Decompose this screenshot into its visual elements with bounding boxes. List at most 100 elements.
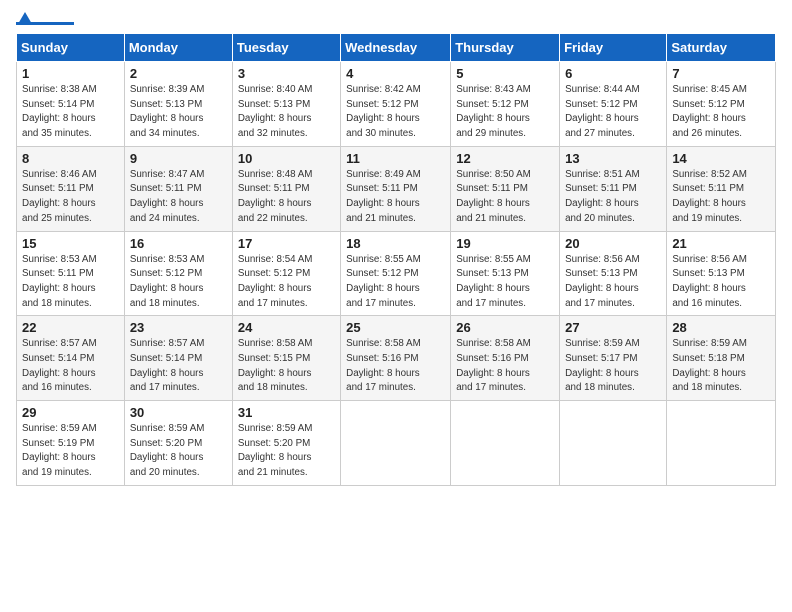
day-number: 3 xyxy=(238,66,335,81)
calendar-cell: 1 Sunrise: 8:38 AMSunset: 5:14 PMDaylight… xyxy=(17,62,125,147)
calendar-cell: 27 Sunrise: 8:59 AMSunset: 5:17 PMDayligh… xyxy=(560,316,667,401)
day-detail: Sunrise: 8:38 AMSunset: 5:14 PMDaylight:… xyxy=(22,83,119,142)
day-detail: Sunrise: 8:57 AMSunset: 5:14 PMDaylight:… xyxy=(22,337,119,396)
day-number: 16 xyxy=(130,236,227,251)
calendar-cell: 11 Sunrise: 8:49 AMSunset: 5:11 PMDayligh… xyxy=(341,146,451,231)
day-number: 31 xyxy=(238,405,335,420)
weekday-sunday: Sunday xyxy=(17,34,125,62)
day-detail: Sunrise: 8:59 AMSunset: 5:20 PMDaylight:… xyxy=(130,422,227,481)
day-number: 20 xyxy=(565,236,661,251)
weekday-tuesday: Tuesday xyxy=(232,34,340,62)
day-number: 26 xyxy=(456,320,554,335)
day-number: 5 xyxy=(456,66,554,81)
week-row-3: 15 Sunrise: 8:53 AMSunset: 5:11 PMDayligh… xyxy=(17,231,776,316)
day-number: 27 xyxy=(565,320,661,335)
calendar-cell: 13 Sunrise: 8:51 AMSunset: 5:11 PMDayligh… xyxy=(560,146,667,231)
day-number: 22 xyxy=(22,320,119,335)
day-number: 21 xyxy=(672,236,770,251)
calendar-cell: 19 Sunrise: 8:55 AMSunset: 5:13 PMDayligh… xyxy=(451,231,560,316)
day-number: 2 xyxy=(130,66,227,81)
day-detail: Sunrise: 8:54 AMSunset: 5:12 PMDaylight:… xyxy=(238,253,335,312)
day-number: 25 xyxy=(346,320,445,335)
calendar-cell: 3 Sunrise: 8:40 AMSunset: 5:13 PMDaylight… xyxy=(232,62,340,147)
calendar-cell: 24 Sunrise: 8:58 AMSunset: 5:15 PMDayligh… xyxy=(232,316,340,401)
day-number: 6 xyxy=(565,66,661,81)
day-number: 15 xyxy=(22,236,119,251)
calendar-cell: 18Sunrise: 8:55 AMSunset: 5:12 PMDayligh… xyxy=(341,231,451,316)
calendar-cell: 5Sunrise: 8:43 AMSunset: 5:12 PMDaylight… xyxy=(451,62,560,147)
weekday-wednesday: Wednesday xyxy=(341,34,451,62)
day-number: 1 xyxy=(22,66,119,81)
calendar-cell: 30 Sunrise: 8:59 AMSunset: 5:20 PMDayligh… xyxy=(124,401,232,486)
day-detail: Sunrise: 8:59 AMSunset: 5:20 PMDaylight:… xyxy=(238,422,335,481)
calendar-cell: 9 Sunrise: 8:47 AMSunset: 5:11 PMDaylight… xyxy=(124,146,232,231)
day-detail: Sunrise: 8:52 AMSunset: 5:11 PMDaylight:… xyxy=(672,168,770,227)
day-detail: Sunrise: 8:59 AMSunset: 5:18 PMDaylight:… xyxy=(672,337,770,396)
day-detail: Sunrise: 8:49 AMSunset: 5:11 PMDaylight:… xyxy=(346,168,445,227)
day-detail: Sunrise: 8:46 AMSunset: 5:11 PMDaylight:… xyxy=(22,168,119,227)
logo xyxy=(16,12,78,25)
day-detail: Sunrise: 8:40 AMSunset: 5:13 PMDaylight:… xyxy=(238,83,335,142)
calendar-cell: 22 Sunrise: 8:57 AMSunset: 5:14 PMDayligh… xyxy=(17,316,125,401)
calendar-cell: 21 Sunrise: 8:56 AMSunset: 5:13 PMDayligh… xyxy=(667,231,776,316)
calendar-cell: 8 Sunrise: 8:46 AMSunset: 5:11 PMDaylight… xyxy=(17,146,125,231)
logo-underline xyxy=(16,22,74,25)
day-number: 17 xyxy=(238,236,335,251)
day-detail: Sunrise: 8:56 AMSunset: 5:13 PMDaylight:… xyxy=(565,253,661,312)
day-detail: Sunrise: 8:58 AMSunset: 5:16 PMDaylight:… xyxy=(346,337,445,396)
day-detail: Sunrise: 8:55 AMSunset: 5:13 PMDaylight:… xyxy=(456,253,554,312)
day-number: 9 xyxy=(130,151,227,166)
day-number: 4 xyxy=(346,66,445,81)
calendar-cell xyxy=(560,401,667,486)
calendar-cell: 12 Sunrise: 8:50 AMSunset: 5:11 PMDayligh… xyxy=(451,146,560,231)
day-number: 10 xyxy=(238,151,335,166)
day-number: 8 xyxy=(22,151,119,166)
day-number: 23 xyxy=(130,320,227,335)
weekday-header-row: SundayMondayTuesdayWednesdayThursdayFrid… xyxy=(17,34,776,62)
weekday-friday: Friday xyxy=(560,34,667,62)
day-number: 13 xyxy=(565,151,661,166)
day-detail: Sunrise: 8:58 AMSunset: 5:15 PMDaylight:… xyxy=(238,337,335,396)
day-detail: Sunrise: 8:47 AMSunset: 5:11 PMDaylight:… xyxy=(130,168,227,227)
day-detail: Sunrise: 8:42 AMSunset: 5:12 PMDaylight:… xyxy=(346,83,445,142)
day-number: 14 xyxy=(672,151,770,166)
day-detail: Sunrise: 8:51 AMSunset: 5:11 PMDaylight:… xyxy=(565,168,661,227)
day-detail: Sunrise: 8:53 AMSunset: 5:11 PMDaylight:… xyxy=(22,253,119,312)
day-number: 30 xyxy=(130,405,227,420)
week-row-5: 29 Sunrise: 8:59 AMSunset: 5:19 PMDayligh… xyxy=(17,401,776,486)
day-detail: Sunrise: 8:58 AMSunset: 5:16 PMDaylight:… xyxy=(456,337,554,396)
calendar-cell: 14 Sunrise: 8:52 AMSunset: 5:11 PMDayligh… xyxy=(667,146,776,231)
calendar-cell xyxy=(341,401,451,486)
weekday-saturday: Saturday xyxy=(667,34,776,62)
day-detail: Sunrise: 8:45 AMSunset: 5:12 PMDaylight:… xyxy=(672,83,770,142)
calendar-cell: 4 Sunrise: 8:42 AMSunset: 5:12 PMDaylight… xyxy=(341,62,451,147)
calendar-cell: 23 Sunrise: 8:57 AMSunset: 5:14 PMDayligh… xyxy=(124,316,232,401)
calendar-cell: 7Sunrise: 8:45 AMSunset: 5:12 PMDaylight… xyxy=(667,62,776,147)
day-detail: Sunrise: 8:44 AMSunset: 5:12 PMDaylight:… xyxy=(565,83,661,142)
week-row-1: 1 Sunrise: 8:38 AMSunset: 5:14 PMDaylight… xyxy=(17,62,776,147)
day-number: 24 xyxy=(238,320,335,335)
day-detail: Sunrise: 8:50 AMSunset: 5:11 PMDaylight:… xyxy=(456,168,554,227)
day-number: 12 xyxy=(456,151,554,166)
day-detail: Sunrise: 8:59 AMSunset: 5:19 PMDaylight:… xyxy=(22,422,119,481)
day-number: 18 xyxy=(346,236,445,251)
day-number: 19 xyxy=(456,236,554,251)
calendar-cell: 25 Sunrise: 8:58 AMSunset: 5:16 PMDayligh… xyxy=(341,316,451,401)
calendar-cell: 31 Sunrise: 8:59 AMSunset: 5:20 PMDayligh… xyxy=(232,401,340,486)
weekday-monday: Monday xyxy=(124,34,232,62)
day-detail: Sunrise: 8:56 AMSunset: 5:13 PMDaylight:… xyxy=(672,253,770,312)
calendar-cell xyxy=(667,401,776,486)
week-row-4: 22 Sunrise: 8:57 AMSunset: 5:14 PMDayligh… xyxy=(17,316,776,401)
calendar-cell: 16Sunrise: 8:53 AMSunset: 5:12 PMDayligh… xyxy=(124,231,232,316)
day-detail: Sunrise: 8:57 AMSunset: 5:14 PMDaylight:… xyxy=(130,337,227,396)
day-detail: Sunrise: 8:48 AMSunset: 5:11 PMDaylight:… xyxy=(238,168,335,227)
calendar-cell: 20 Sunrise: 8:56 AMSunset: 5:13 PMDayligh… xyxy=(560,231,667,316)
week-row-2: 8 Sunrise: 8:46 AMSunset: 5:11 PMDaylight… xyxy=(17,146,776,231)
day-detail: Sunrise: 8:59 AMSunset: 5:17 PMDaylight:… xyxy=(565,337,661,396)
calendar-cell: 28Sunrise: 8:59 AMSunset: 5:18 PMDayligh… xyxy=(667,316,776,401)
day-number: 11 xyxy=(346,151,445,166)
day-detail: Sunrise: 8:39 AMSunset: 5:13 PMDaylight:… xyxy=(130,83,227,142)
calendar-table: SundayMondayTuesdayWednesdayThursdayFrid… xyxy=(16,33,776,486)
day-number: 29 xyxy=(22,405,119,420)
calendar-cell: 17 Sunrise: 8:54 AMSunset: 5:12 PMDayligh… xyxy=(232,231,340,316)
